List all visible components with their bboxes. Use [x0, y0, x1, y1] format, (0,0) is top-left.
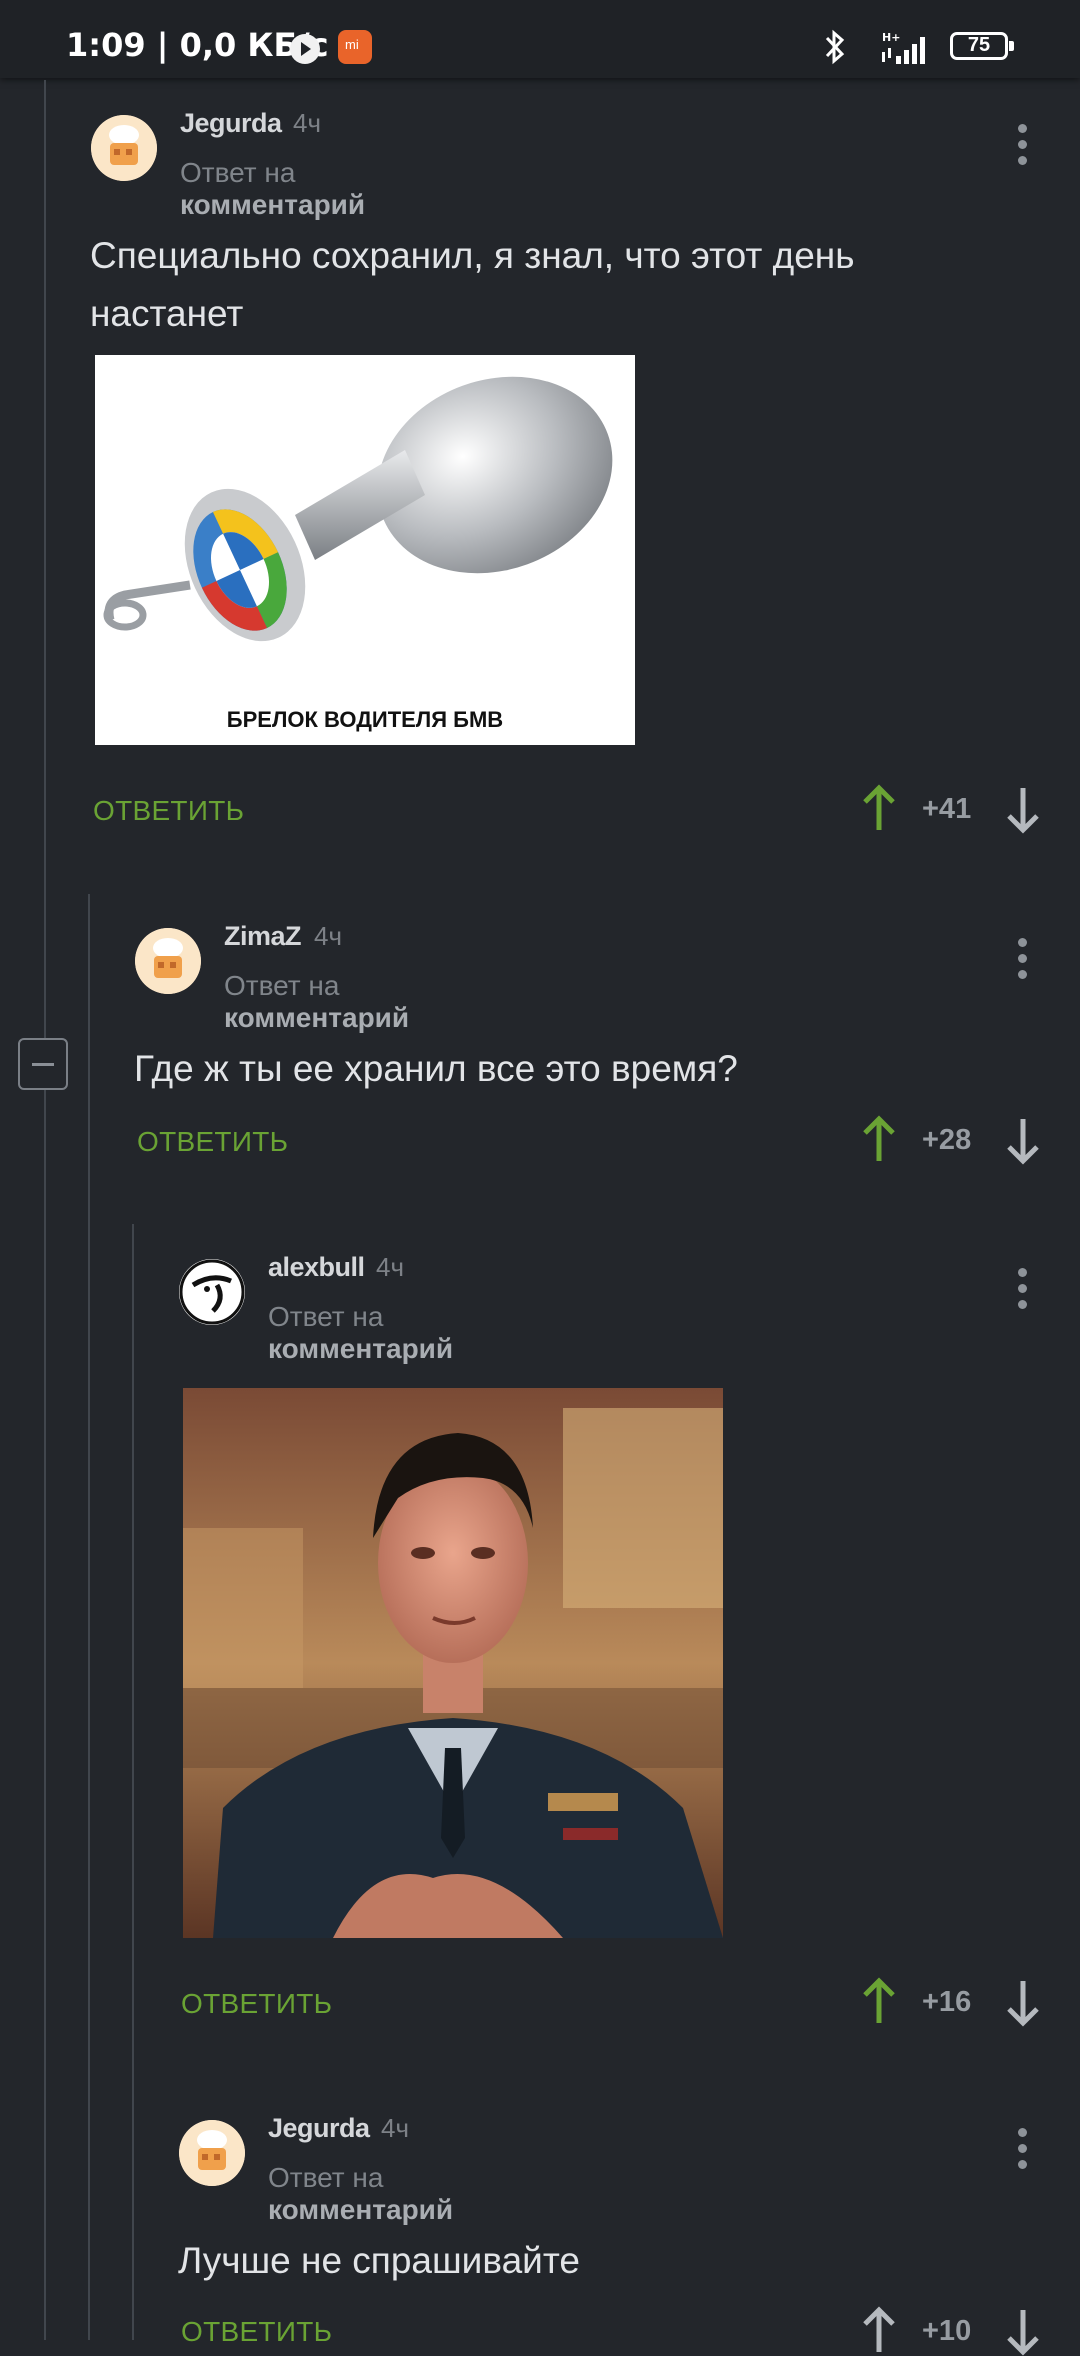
vote-score: +16	[922, 1986, 972, 2018]
reply-target-link[interactable]: комментарий	[268, 2194, 453, 2225]
reply-to-label: Ответ на комментарий	[224, 970, 409, 1034]
arrow-up-icon[interactable]	[859, 2306, 899, 2356]
vote-score: +28	[922, 1124, 972, 1156]
more-vert-icon[interactable]	[1016, 2128, 1028, 2172]
username[interactable]: ZimaZ	[224, 921, 302, 952]
reply-prefix: Ответ на	[224, 970, 340, 1001]
reply-to-label: Ответ на комментарий	[268, 2162, 453, 2226]
reply-target-link[interactable]: комментарий	[224, 1002, 409, 1033]
comment-text: Лучше не спрашивайте	[178, 2240, 580, 2281]
reply-button[interactable]: ОТВЕТИТЬ	[93, 795, 244, 827]
username[interactable]: alexbull	[268, 1252, 365, 1283]
reply-target-link[interactable]: комментарий	[180, 189, 365, 220]
reply-prefix: Ответ на	[268, 2162, 384, 2193]
comment-time: 4ч	[314, 921, 343, 951]
bluetooth-icon	[825, 29, 845, 65]
keychain-image: БРЕЛОК ВОДИТЕЛЯ БМВ	[103, 376, 613, 732]
thread-line-level-1	[44, 80, 46, 2340]
vote-score: +41	[922, 793, 972, 825]
reply-target-link[interactable]: комментарий	[268, 1333, 453, 1364]
reply-prefix: Ответ на	[268, 1301, 384, 1332]
reply-button[interactable]: ОТВЕТИТЬ	[181, 2316, 332, 2348]
avatar[interactable]	[179, 2120, 245, 2186]
comment-time: 4ч	[376, 1252, 405, 1282]
arrow-down-icon[interactable]	[1003, 784, 1043, 834]
more-vert-icon[interactable]	[1016, 124, 1028, 168]
thread-line-level-3	[132, 1224, 134, 2340]
media-play-icon	[290, 34, 320, 64]
arrow-down-icon[interactable]	[1003, 1115, 1043, 1165]
avatar[interactable]	[135, 928, 201, 994]
battery-icon: 75	[950, 32, 1014, 60]
arrow-up-icon[interactable]	[859, 1115, 899, 1165]
thread-line-level-2	[88, 894, 90, 2340]
officer-photo	[183, 1388, 723, 1938]
signal-icon: H+	[882, 31, 925, 64]
comment-image[interactable]: БРЕЛОК ВОДИТЕЛЯ БМВ	[95, 355, 635, 745]
reply-prefix: Ответ на	[180, 157, 296, 188]
reply-button[interactable]: ОТВЕТИТЬ	[137, 1126, 288, 1158]
reply-to-label: Ответ на комментарий	[268, 1301, 453, 1365]
image-caption: БРЕЛОК ВОДИТЕЛЯ БМВ	[227, 707, 503, 732]
comment-text: Где ж ты ее хранил все это время?	[134, 1048, 738, 1089]
status-bar: 1:09 | 0,0 КБ/с H+ 75	[0, 0, 1080, 78]
arrow-down-icon[interactable]	[1003, 2306, 1043, 2356]
reply-button[interactable]: ОТВЕТИТЬ	[181, 1988, 332, 2020]
vote-score: +10	[922, 2315, 972, 2347]
more-vert-icon[interactable]	[1016, 938, 1028, 982]
username[interactable]: Jegurda	[180, 108, 282, 139]
reply-to-label: Ответ на комментарий	[180, 157, 365, 221]
comment-time: 4ч	[381, 2113, 410, 2143]
status-time-speed: 1:09 | 0,0 КБ/с	[66, 26, 329, 64]
battery-level: 75	[967, 34, 991, 56]
comment-image[interactable]	[183, 1388, 723, 1938]
username[interactable]: Jegurda	[268, 2113, 370, 2144]
svg-text:H+: H+	[882, 31, 900, 44]
arrow-up-icon[interactable]	[859, 1977, 899, 2027]
comment-text: Специально сохранил, я знал, что этот де…	[90, 235, 855, 334]
collapse-thread-button[interactable]	[18, 1038, 68, 1090]
more-vert-icon[interactable]	[1016, 1268, 1028, 1312]
mi-app-icon	[338, 30, 372, 64]
comment-time: 4ч	[293, 108, 322, 138]
avatar[interactable]	[91, 115, 157, 181]
arrow-down-icon[interactable]	[1003, 1977, 1043, 2027]
avatar[interactable]	[179, 1259, 245, 1325]
arrow-up-icon[interactable]	[859, 784, 899, 834]
